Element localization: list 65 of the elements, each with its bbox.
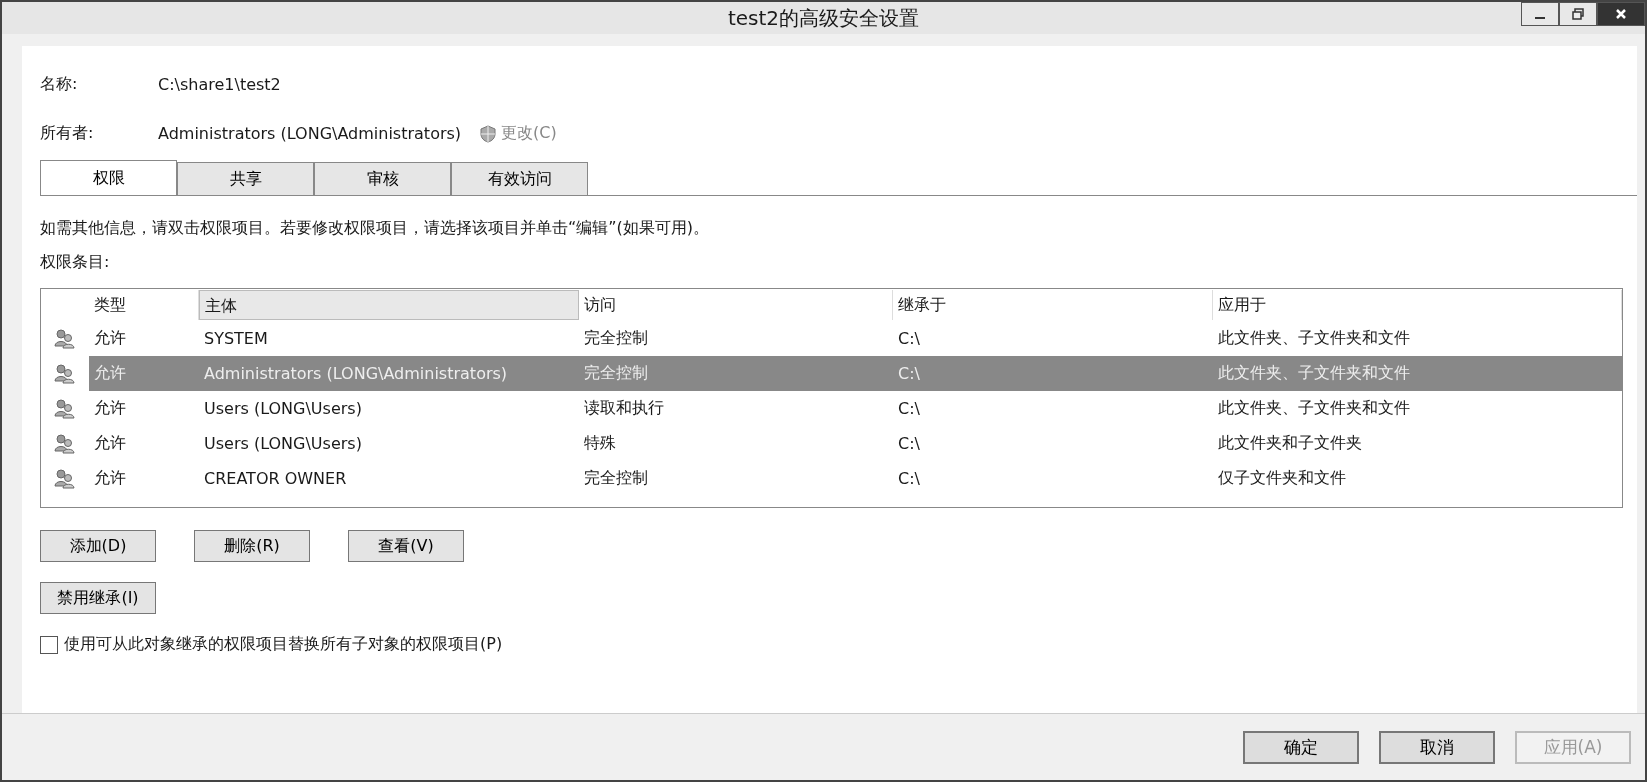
close-icon: [1615, 8, 1627, 20]
permission-row[interactable]: 允许 Users (LONG\Users) 特殊 C:\ 此文件夹和子文件夹: [41, 426, 1622, 461]
tab[interactable]: 有效访问: [451, 162, 588, 195]
table-cell-text: Users (LONG\Users): [203, 399, 363, 418]
minimize-icon: [1535, 17, 1545, 19]
table-cell-text: 此文件夹、子文件夹和文件: [1217, 363, 1411, 384]
owner-value: Administrators (LONG\Administrators): [158, 124, 462, 143]
table-cell-text: C:\: [897, 469, 921, 488]
table-cell-text: 仅子文件夹和文件: [1217, 468, 1347, 489]
column-header[interactable]: 应用于: [1213, 290, 1622, 320]
table-cell-text: C:\: [897, 434, 921, 453]
table-cell-text: 此文件夹和子文件夹: [1217, 433, 1363, 454]
column-header[interactable]: 主体: [199, 290, 579, 320]
tab[interactable]: 权限: [40, 160, 177, 195]
column-header[interactable]: 继承于: [893, 290, 1213, 320]
entry-button[interactable]: 删除(R): [194, 530, 310, 562]
owner-label: 所有者:: [40, 123, 95, 144]
permission-row[interactable]: 允许 SYSTEM 完全控制 C:\ 此文件夹、子文件夹和文件: [41, 321, 1622, 356]
restore-icon: [1572, 8, 1584, 20]
users-icon: [54, 468, 76, 489]
minimize-button[interactable]: [1521, 2, 1559, 26]
disable-inheritance-button[interactable]: 禁用继承(I): [40, 582, 156, 614]
table-cell-text: 此文件夹、子文件夹和文件: [1217, 328, 1411, 349]
table-cell-text: 完全控制: [583, 363, 649, 384]
tab[interactable]: 共享: [177, 162, 314, 195]
table-cell-text: C:\: [897, 399, 921, 418]
table-cell-text: 完全控制: [583, 468, 649, 489]
table-cell-text: CREATOR OWNER: [203, 469, 348, 488]
close-button[interactable]: [1597, 2, 1645, 26]
tab[interactable]: 审核: [314, 162, 451, 195]
table-cell-text: 完全控制: [583, 328, 649, 349]
table-cell-text: 允许: [93, 398, 127, 419]
entries-label: 权限条目:: [40, 252, 111, 273]
name-label: 名称:: [40, 74, 79, 95]
users-icon: [54, 433, 76, 454]
restore-button[interactable]: [1559, 2, 1597, 26]
table-cell-text: 读取和执行: [583, 398, 665, 419]
entry-button[interactable]: 查看(V): [348, 530, 464, 562]
table-cell-text: 允许: [93, 468, 127, 489]
entry-button[interactable]: 添加(D): [40, 530, 156, 562]
info-text: 如需其他信息，请双击权限项目。若要修改权限项目，请选择该项目并单击“编辑”(如果可用)。: [40, 218, 711, 239]
table-cell-text: SYSTEM: [203, 329, 269, 348]
dialog-button[interactable]: 取消: [1379, 730, 1495, 764]
change-owner-link[interactable]: 更改(C): [479, 123, 557, 144]
name-value: C:\share1\test2: [158, 75, 281, 94]
window-title: test2的高级安全设置: [727, 4, 920, 32]
checkbox-label: 使用可从此对象继承的权限项目替换所有子对象的权限项目(P): [64, 634, 503, 655]
table-cell-text: 允许: [93, 363, 127, 384]
table-cell-text: C:\: [897, 329, 921, 348]
permission-row[interactable]: 允许 Users (LONG\Users) 读取和执行 C:\ 此文件夹、子文件夹和文件: [41, 391, 1622, 426]
dialog-button[interactable]: 确定: [1243, 730, 1359, 764]
column-header[interactable]: 访问: [579, 290, 893, 320]
table-cell-text: 允许: [93, 433, 127, 454]
table-cell-text: Users (LONG\Users): [203, 434, 363, 453]
table-cell-text: C:\: [897, 364, 921, 383]
table-cell-text: 允许: [93, 328, 127, 349]
users-icon: [54, 328, 76, 349]
shield-icon: [479, 124, 498, 143]
table-cell-text: Administrators (LONG\Administrators): [203, 364, 509, 383]
checkbox[interactable]: [40, 635, 58, 654]
table-cell-text: 此文件夹、子文件夹和文件: [1217, 398, 1411, 419]
users-icon: [54, 398, 76, 419]
table-cell-text: 特殊: [583, 433, 617, 454]
permission-row[interactable]: 允许 CREATOR OWNER 完全控制 C:\ 仅子文件夹和文件: [41, 461, 1622, 496]
users-icon: [54, 363, 76, 384]
